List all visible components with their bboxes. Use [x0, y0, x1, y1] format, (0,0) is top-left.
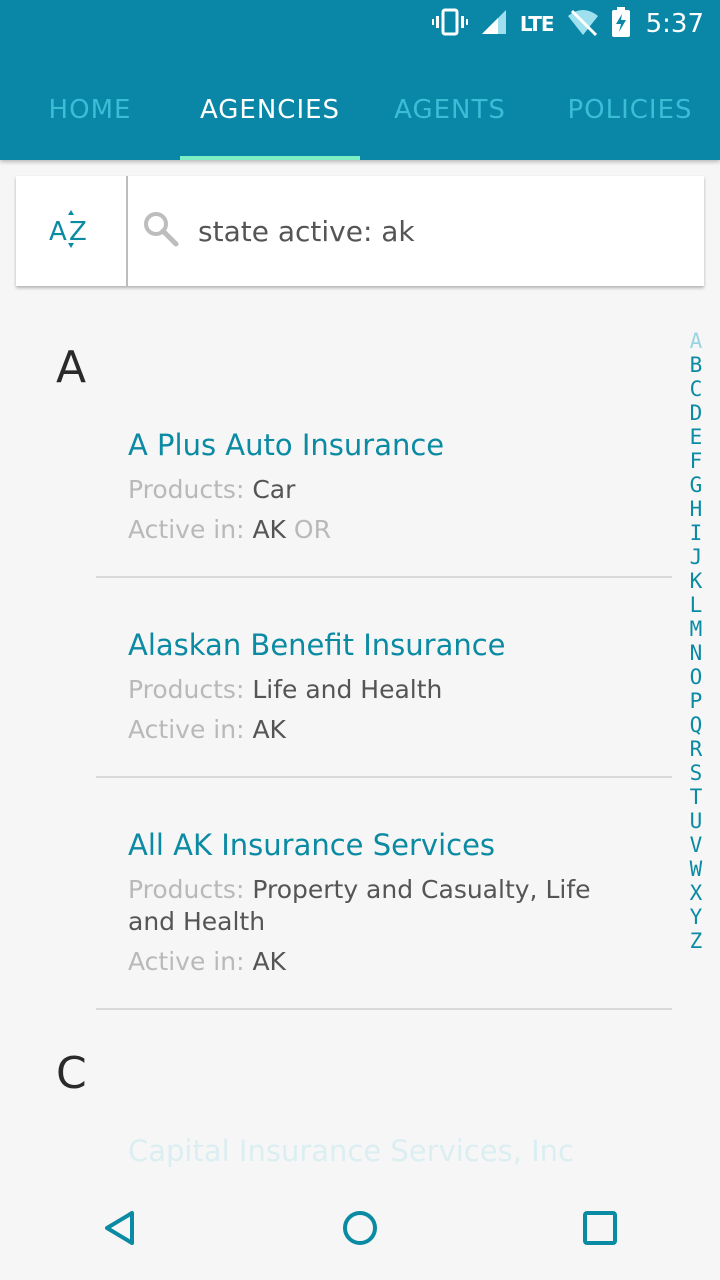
recents-button[interactable] — [570, 1200, 630, 1260]
index-letter[interactable]: P — [690, 689, 703, 713]
app-bar: LTE 5:37 HOME AGENCIES AGENTS POLICIES — [0, 0, 720, 160]
index-letter[interactable]: F — [690, 449, 703, 473]
divider — [96, 776, 672, 778]
agency-name: A Plus Auto Insurance — [128, 428, 445, 462]
active-in-value: AK — [252, 715, 286, 744]
tab-label: POLICIES — [567, 95, 693, 125]
products-label: Products: — [128, 475, 245, 504]
index-letter[interactable]: Z — [690, 929, 703, 953]
active-in-line: Active in: AK — [128, 714, 598, 746]
agency-name: Alaskan Benefit Insurance — [128, 628, 506, 662]
index-letter[interactable]: K — [690, 569, 703, 593]
divider — [96, 1008, 672, 1010]
index-letter[interactable]: Q — [690, 713, 703, 737]
navigation-bar — [0, 1180, 720, 1280]
products-line: Products: Life and Health — [128, 674, 598, 706]
index-letter[interactable]: N — [690, 641, 703, 665]
vibrate-icon — [431, 7, 468, 41]
active-in-label: Active in: — [128, 515, 245, 544]
active-in-label: Active in: — [128, 947, 245, 976]
battery-charging-icon — [611, 7, 630, 41]
products-label: Products: — [128, 875, 245, 904]
index-letter[interactable]: W — [690, 857, 703, 881]
products-value: Life and Health — [252, 675, 443, 704]
tab-label: AGENCIES — [199, 95, 341, 125]
index-letter[interactable]: I — [690, 521, 703, 545]
index-letter[interactable]: J — [690, 545, 703, 569]
index-letter[interactable]: C — [690, 377, 703, 401]
index-letter[interactable]: X — [690, 881, 703, 905]
index-letter[interactable]: A — [690, 329, 703, 353]
home-circle-icon — [341, 1209, 379, 1251]
index-letter[interactable]: D — [690, 401, 703, 425]
search-input[interactable] — [196, 213, 680, 249]
tab-indicator — [180, 156, 360, 160]
index-letter[interactable]: V — [690, 833, 703, 857]
back-triangle-icon — [102, 1209, 138, 1251]
products-label: Products: — [128, 675, 245, 704]
tab-agencies[interactable]: AGENCIES — [180, 60, 360, 160]
list-item[interactable]: Alaskan Benefit Insurance Products: Life… — [128, 628, 598, 754]
tab-policies[interactable]: POLICIES — [540, 60, 720, 160]
index-letter[interactable]: B — [690, 353, 703, 377]
signal-icon — [480, 8, 508, 40]
list-item[interactable]: All AK Insurance Services Products: Prop… — [128, 828, 598, 986]
index-letter[interactable]: G — [690, 473, 703, 497]
agency-name: All AK Insurance Services — [128, 828, 496, 862]
tab-label: HOME — [48, 95, 132, 125]
search-icon — [142, 210, 180, 252]
back-button[interactable] — [90, 1200, 150, 1260]
search-card: A Z — [16, 176, 704, 286]
tab-agents[interactable]: AGENTS — [360, 60, 540, 160]
index-letter[interactable]: R — [690, 737, 703, 761]
index-letter[interactable]: L — [690, 593, 703, 617]
index-letter[interactable]: H — [690, 497, 703, 521]
active-in-value: AK — [252, 947, 286, 976]
section-header-c: C — [56, 1048, 87, 1099]
tab-bar: HOME AGENCIES AGENTS POLICIES — [0, 60, 720, 160]
sort-az-button[interactable]: A Z — [16, 176, 128, 286]
divider — [96, 576, 672, 578]
svg-text:Z: Z — [69, 217, 87, 247]
sort-az-icon: A Z — [49, 209, 93, 253]
index-letter[interactable]: E — [690, 425, 703, 449]
section-header-a: A — [56, 342, 87, 393]
network-type: LTE — [519, 12, 555, 36]
active-in-label: Active in: — [128, 715, 245, 744]
products-line: Products: Car — [128, 474, 598, 506]
clock: 5:37 — [645, 9, 704, 39]
tab-label: AGENTS — [394, 95, 506, 125]
index-letter[interactable]: O — [690, 665, 703, 689]
index-letter[interactable]: T — [690, 785, 703, 809]
active-in-line: Active in: AK OR — [128, 514, 598, 546]
active-in-extra: OR — [293, 515, 331, 544]
list-item[interactable]: Capital Insurance Services, Inc — [128, 1134, 574, 1168]
recents-square-icon — [582, 1210, 618, 1250]
home-button[interactable] — [330, 1200, 390, 1260]
index-letter[interactable]: Y — [690, 905, 703, 929]
svg-text:A: A — [49, 217, 67, 247]
index-letter[interactable]: M — [690, 617, 703, 641]
index-letter[interactable]: U — [690, 809, 703, 833]
status-bar: LTE 5:37 — [431, 0, 704, 48]
alphabet-index[interactable]: ABCDEFGHIJKLMNOPQRSTUVWXYZ — [684, 329, 708, 953]
active-in-value: AK — [252, 515, 286, 544]
wifi-off-icon — [566, 7, 600, 41]
index-letter[interactable]: S — [690, 761, 703, 785]
active-in-line: Active in: AK — [128, 946, 598, 978]
search-box — [128, 176, 704, 286]
tab-home[interactable]: HOME — [0, 60, 180, 160]
products-value: Car — [252, 475, 296, 504]
list-item[interactable]: A Plus Auto Insurance Products: Car Acti… — [128, 428, 598, 554]
products-line: Products: Property and Casualty, Life an… — [128, 874, 598, 938]
